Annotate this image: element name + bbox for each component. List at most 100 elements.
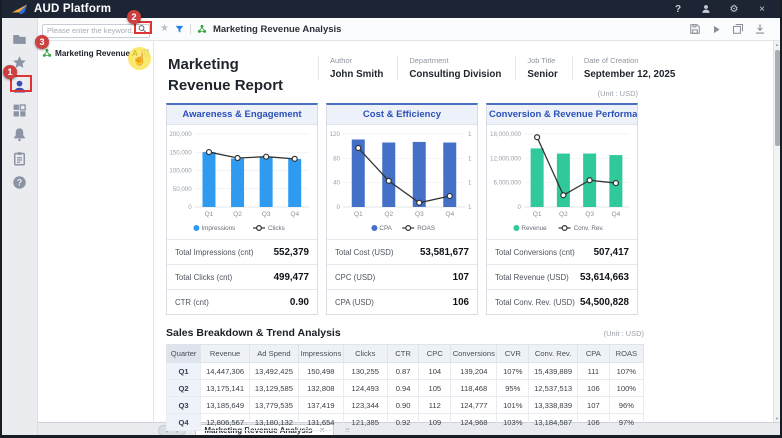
panel-3: Conversion & Revenue Performance06,000,0… (486, 103, 638, 315)
sidebar-dashboard-icon[interactable] (2, 98, 37, 122)
stat-label: CTR (cnt) (175, 298, 209, 307)
svg-text:Q2: Q2 (384, 211, 393, 218)
table-cell: 132,808 (298, 380, 343, 397)
favorite-star-icon[interactable]: ★ (160, 24, 169, 34)
stat-label: CPA (USD) (335, 298, 374, 307)
sidebar-bell-icon[interactable] (2, 122, 37, 146)
close-icon[interactable]: × (756, 3, 768, 15)
filter-icon[interactable] (175, 25, 184, 34)
table-cell: 0.94 (387, 380, 419, 397)
scrollbar-thumb[interactable] (775, 50, 780, 146)
table-cell: 124,493 (343, 380, 387, 397)
brand: AUD Platform (12, 3, 111, 15)
svg-text:Q3: Q3 (262, 211, 271, 218)
stat-label: Total Impressions (cnt) (175, 248, 253, 257)
stat-row: CPC (USD) 107 (327, 264, 477, 289)
stat-label: Total Clicks (cnt) (175, 273, 232, 282)
svg-text:50,000: 50,000 (173, 186, 192, 193)
annotation-badge-3: 3 (35, 35, 49, 49)
topbar: AUD Platform ? ⚙ × (2, 0, 780, 18)
save-icon[interactable] (689, 23, 701, 35)
tree-item-label: Marketing Revenue Analysis (55, 49, 138, 58)
svg-text:Impressions: Impressions (201, 225, 235, 232)
stat-value: 0.90 (290, 297, 309, 308)
svg-text:120: 120 (330, 131, 341, 138)
stat-row: Total Impressions (cnt)552,379 (167, 239, 317, 264)
app-window: AUD Platform ? ⚙ × ? ★ (0, 0, 782, 438)
settings-gear-icon[interactable]: ⚙ (728, 3, 740, 15)
svg-text:Conv. Rev.: Conv. Rev. (574, 225, 604, 232)
run-play-icon[interactable] (711, 24, 722, 35)
svg-text:Q4: Q4 (290, 211, 299, 218)
panel-2: Cost & Efficiency040801201111Q1Q2Q3Q4CPA… (326, 103, 478, 315)
stat-value: 106 (453, 297, 469, 308)
stat-label: CPC (USD) (335, 273, 375, 282)
scroll-up-icon[interactable]: ▲ (774, 42, 780, 47)
user-icon[interactable] (700, 3, 712, 15)
table-cell: 14,447,306 (201, 363, 250, 380)
stat-value: 54,500,828 (580, 297, 629, 308)
stat-label: Total Conversions (cnt) (495, 248, 575, 257)
sales-table: QuarterRevenueAd SpendImpressionsClicksC… (166, 344, 644, 431)
col-header: CVR (497, 345, 529, 363)
table-cell: 13,492,425 (250, 363, 299, 380)
stat-row: Total Clicks (cnt)499,477 (167, 264, 317, 289)
table-cell: 106 (577, 414, 609, 431)
breadcrumb-title: Marketing Revenue Analysis (213, 24, 341, 35)
annotation-badge-2: 2 (127, 10, 141, 24)
stat-value: 53,581,677 (420, 247, 469, 258)
table-cell: 137,419 (298, 397, 343, 414)
table-unit-note: (Unit : USD) (604, 329, 644, 338)
svg-text:80: 80 (333, 155, 340, 162)
cursor-hand-icon: ☝ (128, 47, 151, 70)
stat-row: CPA (USD) 106 (327, 289, 477, 314)
table-cell: 13,779,535 (250, 397, 299, 414)
table-cell: 104 (419, 363, 451, 380)
sidebar-help-icon[interactable]: ? (2, 170, 37, 194)
svg-text:Q1: Q1 (205, 211, 214, 218)
svg-text:Q1: Q1 (533, 211, 542, 218)
chart: 040801201111Q1Q2Q3Q4CPAROAS (327, 125, 477, 239)
table-cell: 131,654 (298, 414, 343, 431)
svg-text:1: 1 (468, 131, 472, 138)
svg-text:0: 0 (188, 204, 192, 211)
table-row: Q213,175,14113,129,585132,808124,4930.94… (167, 380, 644, 397)
table-cell: 118,468 (451, 380, 497, 397)
download-icon[interactable] (754, 23, 766, 35)
help-icon[interactable]: ? (672, 3, 684, 15)
table-cell: 123,344 (343, 397, 387, 414)
svg-text:150,000: 150,000 (169, 149, 192, 156)
table-title: Sales Breakdown & Trend Analysis (166, 327, 341, 339)
sidebar-folder-icon[interactable] (2, 26, 37, 50)
sidebar-clipboard-icon[interactable] (2, 146, 37, 170)
stat-value: 107 (453, 272, 469, 283)
chart: 050,000100,000150,000200,000Q1Q2Q3Q4Impr… (167, 125, 317, 239)
vertical-scrollbar[interactable]: ▲ ▼ (773, 41, 780, 422)
stat-row: Total Conversions (cnt)507,417 (487, 239, 637, 264)
table-row: Q114,447,30613,492,425150,498130,2550.87… (167, 363, 644, 380)
table-cell: 96% (609, 397, 643, 414)
svg-text:ROAS: ROAS (417, 225, 435, 232)
scroll-down-icon[interactable]: ▼ (774, 416, 780, 421)
table-cell: 13,338,839 (529, 397, 578, 414)
table-cell: 105 (419, 380, 451, 397)
divider (190, 24, 191, 34)
panel-title: Cost & Efficiency (327, 105, 477, 125)
stat-row: CTR (cnt) 0.90 (167, 289, 317, 314)
svg-text:Q4: Q4 (611, 211, 620, 218)
col-header: Clicks (343, 345, 387, 363)
table-cell: 100% (609, 380, 643, 397)
svg-text:Q1: Q1 (354, 211, 363, 218)
stat-label: Total Cost (USD) (335, 248, 394, 257)
table-cell: 121,385 (343, 414, 387, 431)
report-cluster-icon (197, 24, 207, 34)
svg-text:200,000: 200,000 (169, 131, 192, 138)
svg-text:?: ? (17, 177, 22, 187)
duplicate-window-icon[interactable] (732, 23, 744, 35)
table-cell: 112 (419, 397, 451, 414)
table-cell: 13,184,587 (529, 414, 578, 431)
table-cell: Q4 (167, 414, 201, 431)
table-cell: 13,129,585 (250, 380, 299, 397)
chart: 06,000,00012,000,00018,000,000Q1Q2Q3Q4Re… (487, 125, 637, 239)
brand-name: AUD Platform (34, 3, 111, 15)
